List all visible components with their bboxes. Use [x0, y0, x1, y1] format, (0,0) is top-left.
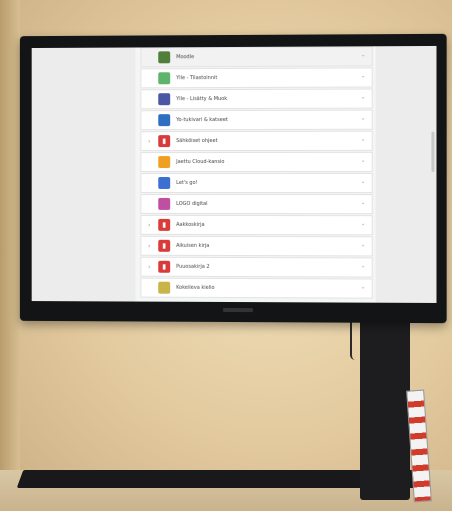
list-item[interactable]: › ▮ Aakkoskirja ⌄: [140, 214, 373, 236]
chevron-down-icon[interactable]: ⌄: [361, 178, 366, 185]
chevron-down-icon[interactable]: ⌄: [361, 241, 366, 248]
list-item-label: Let's go!: [176, 179, 198, 186]
list-item[interactable]: Ylle - Tilastoinnit ⌄: [140, 67, 373, 89]
shield-icon: [158, 72, 171, 85]
chevron-down-icon[interactable]: ⌄: [361, 157, 366, 164]
logo-icon: [158, 197, 171, 210]
photo-icon: [158, 177, 171, 189]
side-wall: [0, 0, 20, 511]
list-item[interactable]: Moodle ⌄: [140, 46, 373, 68]
list-item[interactable]: Let's go! ⌄: [140, 172, 373, 194]
list-item-label: Jaettu Cloud-kansio: [176, 159, 225, 166]
list-item[interactable]: Kokeileva kielio ⌄: [140, 277, 373, 299]
chevron-down-icon[interactable]: ⌄: [361, 284, 366, 291]
chevron-down-icon[interactable]: ⌄: [361, 51, 366, 58]
expand-icon[interactable]: ›: [144, 138, 154, 145]
list-item-label: LOGO digital: [176, 200, 208, 207]
right-panel: [375, 45, 437, 303]
chevron-down-icon[interactable]: ⌄: [361, 94, 366, 101]
shield-icon: [158, 93, 171, 106]
left-panel: [31, 47, 136, 302]
doc-icon: ▮: [158, 239, 171, 252]
doc-icon: ▮: [158, 135, 171, 148]
cloud-icon: [158, 156, 171, 169]
list-item-label: Yo-tukivari & katseet: [176, 117, 228, 124]
scrollbar[interactable]: [431, 131, 435, 172]
list-item-label: Puuosakirja 2: [176, 263, 210, 270]
chevron-down-icon[interactable]: ⌄: [361, 72, 366, 79]
app-list: Moodle ⌄ Ylle - Tilastoinnit ⌄ Ylle - Lisätt…: [140, 46, 373, 299]
list-item-label: Sähköiset ohjeet: [176, 138, 218, 145]
chevron-down-icon[interactable]: ⌄: [361, 262, 366, 269]
chevron-down-icon[interactable]: ⌄: [361, 136, 366, 143]
list-item-label: Aikuisen kirja: [176, 242, 210, 249]
expand-icon[interactable]: ›: [144, 221, 154, 228]
list-item[interactable]: Yo-tukivari & katseet ⌄: [140, 109, 373, 131]
brand-logo: [223, 307, 254, 313]
list-item-label: Ylle - Tilastoinnit: [176, 75, 218, 82]
list-item[interactable]: LOGO digital ⌄: [140, 193, 373, 215]
expand-icon[interactable]: ›: [144, 242, 154, 249]
list-item-label: Ylle - Lisätty & Muok: [176, 96, 228, 103]
list-item-label: Aakkoskirja: [176, 221, 205, 228]
display-monitor: Moodle ⌄ Ylle - Tilastoinnit ⌄ Ylle - Lisätt…: [19, 33, 447, 324]
list-item-label: Kokeileva kielio: [176, 284, 215, 291]
chevron-down-icon[interactable]: ⌄: [361, 115, 366, 122]
pen-icon: [158, 114, 171, 127]
chevron-down-icon[interactable]: ⌄: [361, 220, 366, 227]
list-item[interactable]: Ylle - Lisätty & Muok ⌄: [140, 88, 373, 110]
list-item[interactable]: › ▮ Aikuisen kirja ⌄: [140, 235, 373, 257]
list-item[interactable]: Jaettu Cloud-kansio ⌄: [140, 151, 373, 173]
screen: Moodle ⌄ Ylle - Tilastoinnit ⌄ Ylle - Lisätt…: [31, 45, 437, 303]
app-icon: [158, 281, 171, 294]
chevron-down-icon[interactable]: ⌄: [361, 199, 366, 206]
moodle-icon: [158, 51, 171, 64]
list-item-label: Moodle: [176, 54, 195, 61]
list-item[interactable]: › ▮ Puuosakirja 2 ⌄: [140, 256, 373, 278]
list-item[interactable]: › ▮ Sähköiset ohjeet ⌄: [140, 130, 373, 152]
stand-column: [360, 300, 410, 500]
doc-icon: ▮: [158, 260, 171, 273]
expand-icon[interactable]: ›: [144, 263, 154, 270]
doc-icon: ▮: [158, 218, 171, 231]
